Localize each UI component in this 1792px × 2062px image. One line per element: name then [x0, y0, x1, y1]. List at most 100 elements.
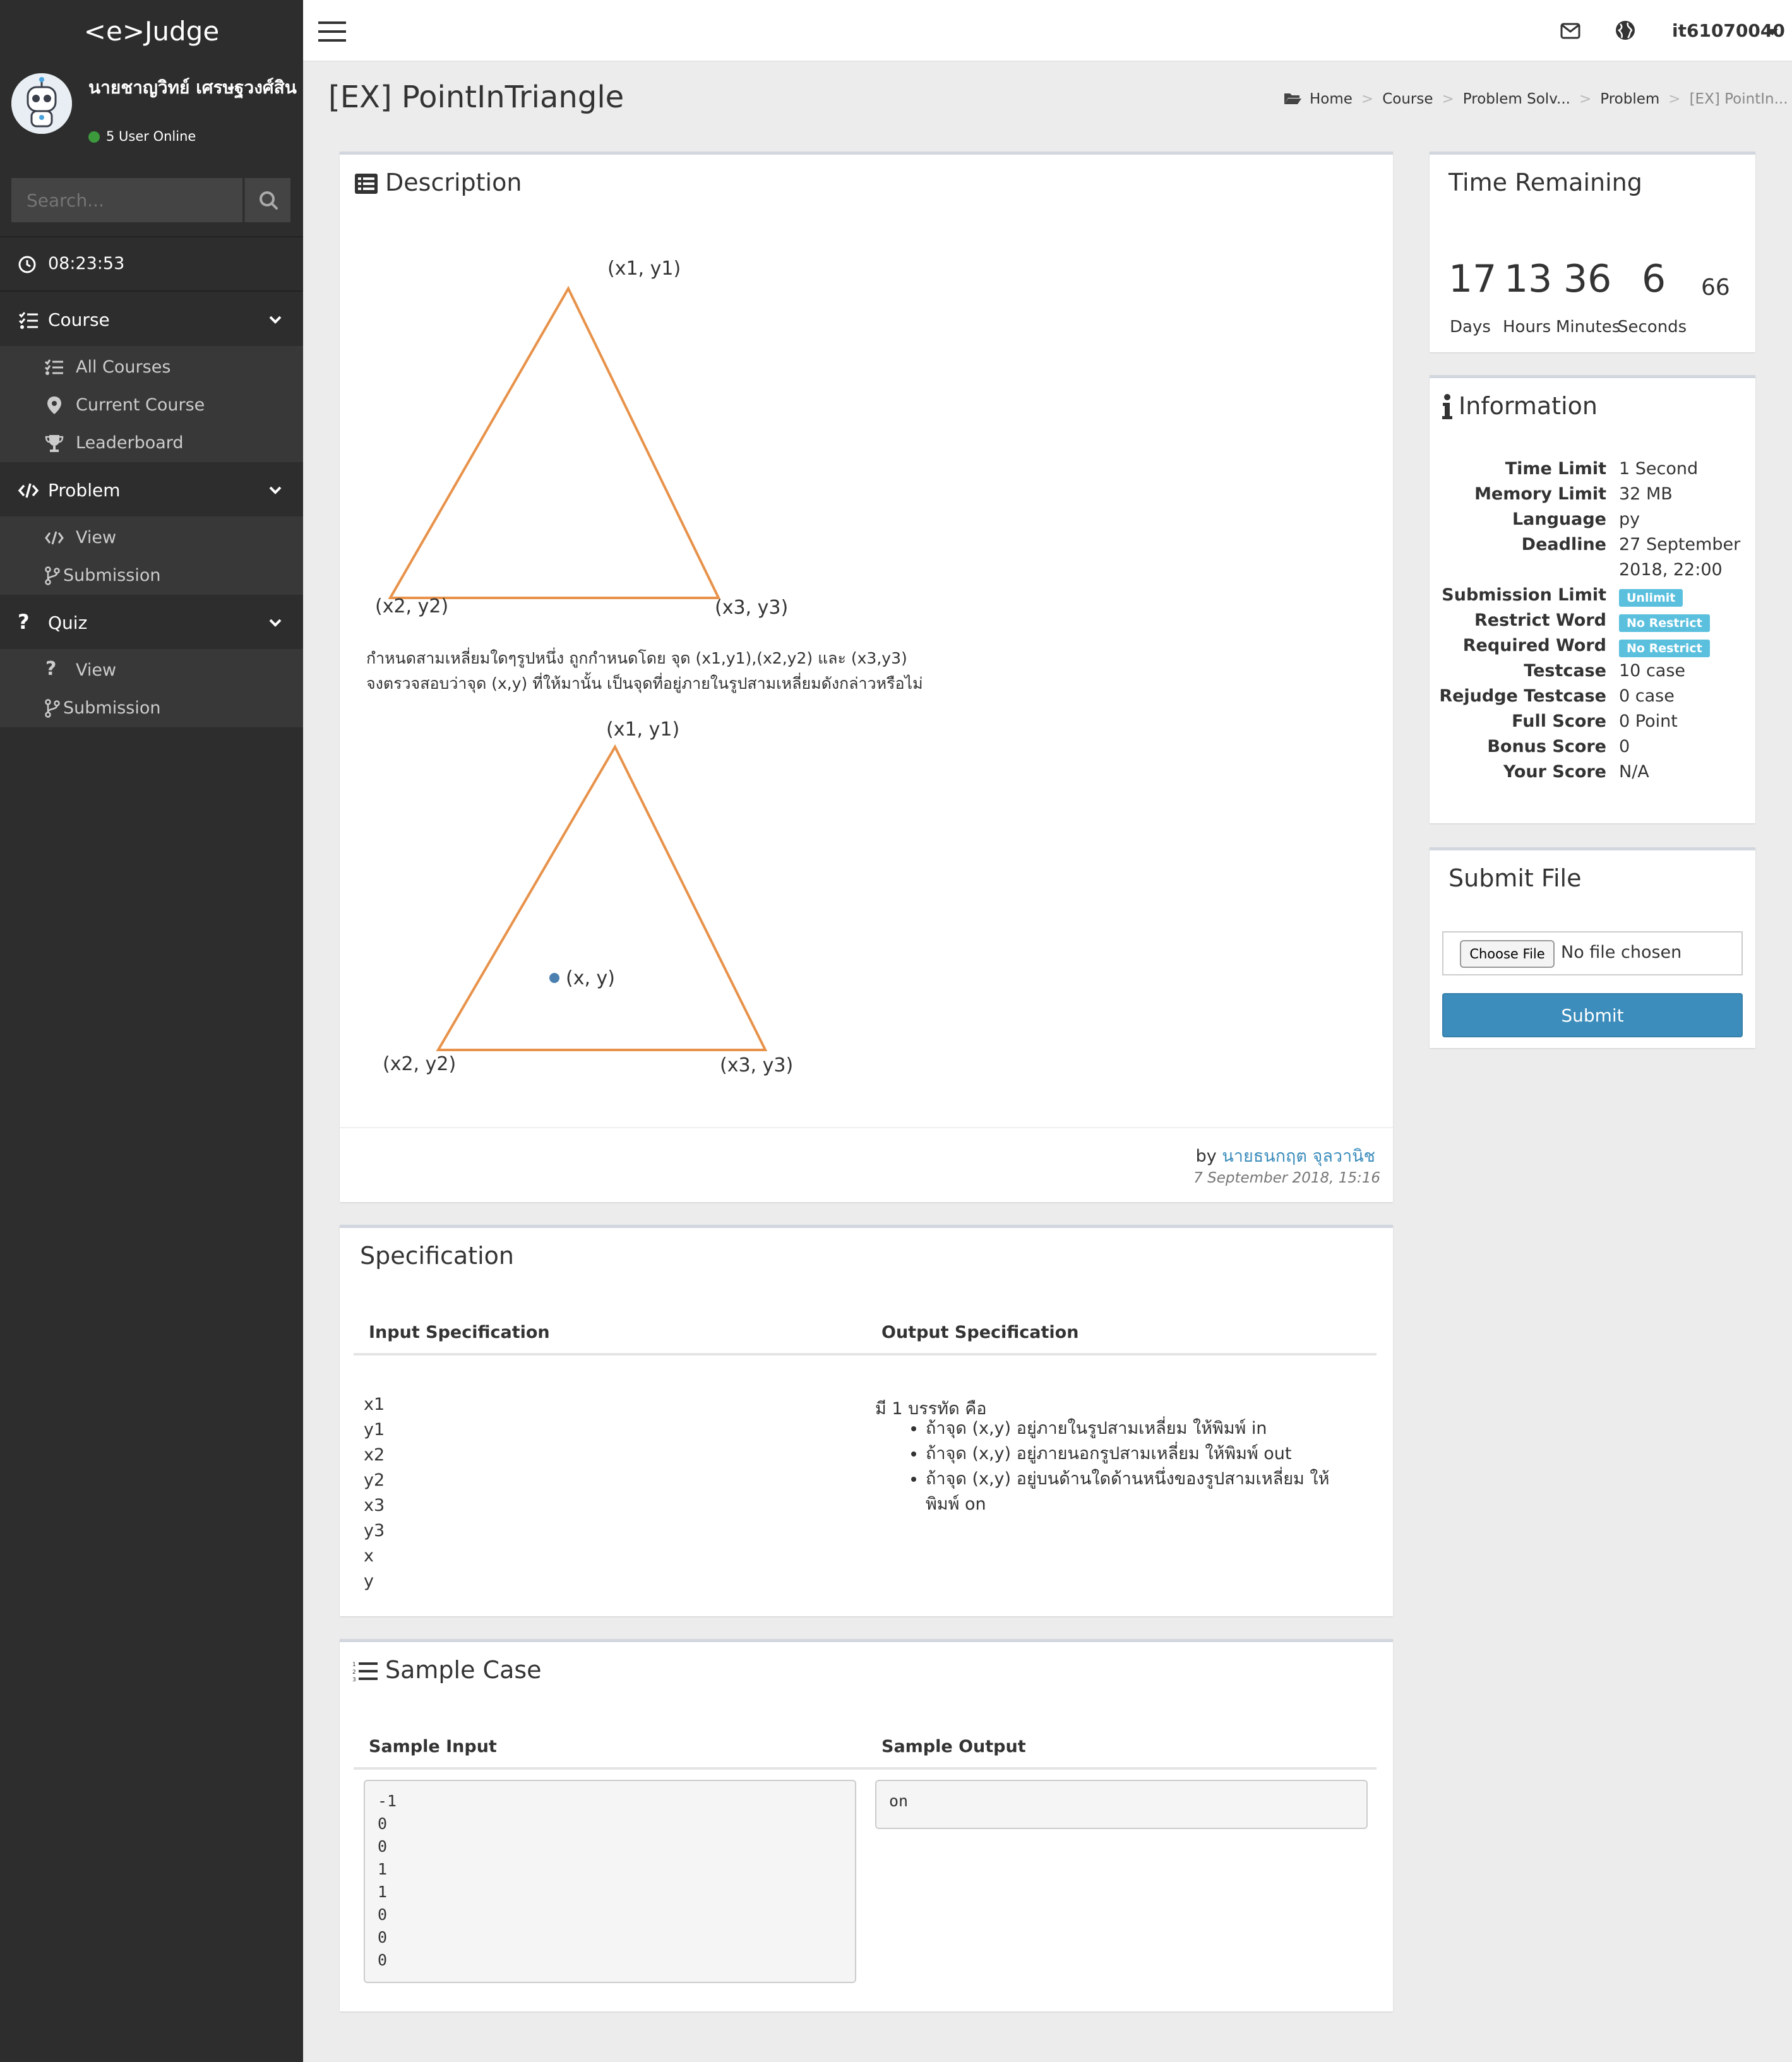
status-badge: Unlimit — [1619, 589, 1683, 607]
folder-open-icon — [1284, 93, 1301, 104]
clock-icon — [18, 256, 36, 273]
svg-text:2: 2 — [352, 1669, 356, 1676]
figure2-label-right: (x3, y3) — [720, 1054, 793, 1076]
submit-file-box: Submit File Choose File No file chosen S… — [1430, 847, 1755, 1048]
figure1-label-left: (x2, y2) — [375, 595, 448, 617]
user-panel: นายชาญวิทย์ เศรษฐวงศ์สิน 5 User Online — [0, 63, 303, 152]
info-key: Time Limit — [1505, 459, 1606, 479]
info-value: 2018, 22:00 — [1619, 560, 1723, 580]
description-box: Description (x1, y1) (x2, y2) (x3, y3) ก… — [340, 152, 1393, 1202]
list-check-icon — [44, 359, 63, 375]
minutes-value: 36 — [1563, 257, 1612, 301]
search-icon — [260, 191, 278, 210]
online-status: 5 User Online — [88, 129, 196, 144]
caret-down-icon[interactable] — [1767, 29, 1778, 35]
breadcrumb-home[interactable]: Home — [1310, 91, 1353, 107]
seconds-value: 6 — [1642, 257, 1666, 301]
nav-course-submenu: All Courses Current Course Leaderboard — [0, 346, 303, 462]
code-branch-icon — [45, 699, 60, 718]
breadcrumb-problem-solving[interactable]: Problem Solv... — [1463, 91, 1570, 107]
triangle-figure-2: (x, y) (x1, y1) (x2, y2) (x3, y3) — [383, 718, 793, 1076]
list-item: ถ้าจุด (x,y) อยู่บนด้านใดด้านหนึ่งของรูป… — [926, 1467, 1330, 1517]
info-key: Your Score — [1503, 762, 1606, 782]
info-key: Submission Limit — [1442, 585, 1606, 605]
breadcrumb-problem[interactable]: Problem — [1600, 91, 1659, 107]
specification-box: Specification Input Specification Output… — [340, 1225, 1393, 1616]
avatar — [11, 73, 72, 134]
sidebar-item-problem-view[interactable]: View — [0, 519, 303, 557]
breadcrumb-current: [EX] PointIn... — [1689, 91, 1788, 107]
app-logo[interactable]: <e>Judge — [0, 0, 303, 63]
sidebar-item-all-courses[interactable]: All Courses — [0, 349, 303, 386]
author-link[interactable]: นายธนกฤต จุลวานิช — [1222, 1147, 1375, 1166]
nav-problem-label: Problem — [48, 480, 121, 501]
globe-icon[interactable] — [1614, 19, 1637, 42]
sidebar-item-label: All Courses — [76, 357, 171, 377]
nav-quiz-submenu: ? View Submission — [0, 649, 303, 727]
mail-icon[interactable] — [1560, 21, 1581, 40]
user-name: นายชาญวิทย์ เศรษฐวงศ์สิน — [88, 77, 297, 98]
sample-output-code[interactable]: on — [875, 1780, 1368, 1829]
information-title: Information — [1459, 392, 1598, 420]
status-badge: No Restrict — [1619, 614, 1710, 632]
online-count: 5 User Online — [106, 129, 196, 144]
sidebar-item-quiz-view[interactable]: ? View — [0, 652, 303, 689]
info-icon — [1442, 394, 1452, 419]
table-divider — [354, 1353, 1377, 1356]
sidebar-item-label: Submission — [63, 566, 161, 585]
description-line: จงตรวจสอบว่าจุด (x,y) ที่ให้มานั้น เป็นจ… — [366, 674, 923, 693]
sidebar-item-label: View — [76, 528, 117, 547]
output-spec-header: Output Specification — [881, 1323, 1079, 1342]
sidebar-item-label: View — [76, 660, 117, 680]
sidebar-item-leaderboard[interactable]: Leaderboard — [0, 424, 303, 462]
info-value: 32 MB — [1619, 484, 1673, 504]
sample-input-code[interactable]: -1 0 0 1 1 0 0 0 — [364, 1780, 856, 1983]
figure2-label-point: (x, y) — [566, 967, 615, 989]
sidebar-item-current-course[interactable]: Current Course — [0, 386, 303, 424]
input-spec-line: y1 — [364, 1420, 385, 1439]
top-navbar: it61070040 — [303, 0, 1792, 62]
code-icon — [45, 531, 64, 545]
info-key: Testcase — [1524, 661, 1606, 681]
info-key: Rejudge Testcase — [1439, 686, 1606, 706]
info-key: Full Score — [1512, 712, 1606, 731]
online-dot-icon — [88, 131, 100, 143]
nav-problem[interactable]: Problem — [0, 465, 303, 516]
choose-file-button[interactable]: Choose File — [1460, 940, 1555, 968]
sidebar-item-problem-submission[interactable]: Submission — [0, 557, 303, 595]
figure1-label-right: (x3, y3) — [715, 597, 788, 619]
input-spec-line: x3 — [364, 1496, 385, 1515]
hours-label: Hours — [1503, 318, 1551, 337]
search-button[interactable] — [244, 178, 290, 222]
info-value: 1 Second — [1619, 459, 1699, 479]
page-title: [EX] PointInTriangle — [328, 80, 624, 115]
input-spec-line: x2 — [364, 1445, 385, 1465]
list-check-icon — [18, 312, 38, 329]
code-branch-icon — [45, 566, 60, 585]
hamburger-menu-icon[interactable] — [317, 19, 347, 44]
chevron-down-icon — [269, 316, 282, 324]
figure1-label-top: (x1, y1) — [607, 258, 681, 280]
submit-button[interactable]: Submit — [1442, 993, 1743, 1037]
time-remaining-title: Time Remaining — [1449, 169, 1642, 196]
info-key: Required Word — [1462, 636, 1606, 655]
sidebar-item-label: Current Course — [76, 395, 205, 415]
map-marker-icon — [47, 396, 61, 414]
sample-case-box: 1 2 3 Sample Case Sample Input Sample Ou… — [340, 1639, 1393, 2011]
sidebar-clock: 08:23:53 — [0, 236, 303, 292]
question-icon: ? — [18, 610, 30, 634]
sidebar-item-quiz-submission[interactable]: Submission — [0, 689, 303, 727]
nav-quiz[interactable]: ? Quiz — [0, 597, 303, 649]
breadcrumb-course[interactable]: Course — [1382, 91, 1433, 107]
description-footer: by นายธนกฤต จุลวานิช 7 September 2018, 1… — [340, 1127, 1393, 1205]
figure2-label-top: (x1, y1) — [606, 718, 679, 741]
file-input[interactable]: Choose File No file chosen — [1442, 931, 1743, 975]
nav-course[interactable]: Course — [0, 294, 303, 346]
info-key: Language — [1512, 510, 1606, 529]
search-input[interactable] — [11, 178, 242, 222]
sidebar-item-label: Submission — [63, 698, 161, 718]
extra-counter: 66 — [1701, 275, 1730, 301]
chevron-down-icon — [269, 619, 282, 627]
chevron-down-icon — [269, 486, 282, 494]
input-spec-line: x — [364, 1546, 374, 1566]
